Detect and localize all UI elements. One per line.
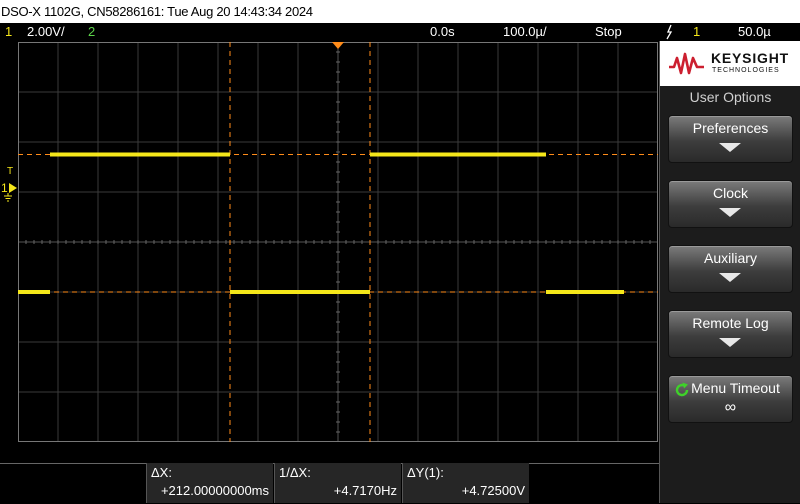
arrow-down-icon (719, 338, 741, 347)
softkey-auxiliary[interactable]: Auxiliary (668, 245, 793, 293)
brand-sub: TECHNOLOGIES (712, 67, 780, 74)
ch1-scale[interactable]: 2.00V/ (27, 23, 65, 41)
brand-name: KEYSIGHT (711, 50, 789, 66)
trigger-marker: T (7, 166, 14, 177)
keysight-logo: KEYSIGHT TECHNOLOGIES (660, 41, 800, 86)
arrow-down-icon (719, 273, 741, 282)
inv-delta-x-value: +4.7170Hz (333, 483, 397, 498)
delta-x-label: ΔX: (151, 465, 172, 480)
run-state[interactable]: Stop (595, 23, 622, 41)
softkey-remote-log[interactable]: Remote Log (668, 310, 793, 358)
window-title-bar: DSO-X 1102G, CN58286161: Tue Aug 20 14:4… (0, 0, 800, 23)
panel-title: User Options (689, 89, 772, 105)
inv-delta-x-label: 1/ΔX: (279, 465, 311, 480)
delta-y-readout[interactable]: ΔY(1): +4.72500V (402, 463, 529, 503)
delta-x-value: +212.00000000ms (160, 483, 269, 498)
ch2-number[interactable]: 2 (88, 23, 95, 41)
delta-y-value: +4.72500V (461, 483, 525, 498)
arrow-down-icon (719, 208, 741, 217)
softkey-label: Clock (712, 185, 748, 201)
time-offset[interactable]: 0.0s (430, 23, 455, 41)
softkey-label: Remote Log (692, 315, 769, 331)
window-title: DSO-X 1102G, CN58286161: Tue Aug 20 14:4… (1, 4, 313, 19)
softkey-panel: KEYSIGHT TECHNOLOGIES User Options Prefe… (659, 41, 800, 503)
trigger-position-marker (332, 42, 344, 49)
status-bar: 1 2.00V/ 2 0.0s 100.0µ/ Stop 1 50.0µ (0, 23, 800, 41)
keysight-wave-icon (669, 52, 704, 75)
softkey-clock[interactable]: Clock (668, 180, 793, 228)
delta-x-readout[interactable]: ΔX: +212.00000000ms (146, 463, 273, 503)
softkey-value: ∞ (724, 399, 737, 416)
inv-delta-x-readout[interactable]: 1/ΔX: +4.7170Hz (274, 463, 401, 503)
waveform-display[interactable] (18, 42, 658, 442)
trigger-level[interactable]: 50.0µ (738, 23, 771, 41)
softkey-preferences[interactable]: Preferences (668, 115, 793, 163)
ch1-marker-arrow-icon (9, 183, 17, 193)
softkey-label: Menu Timeout (691, 380, 780, 396)
softkey-label: Preferences (692, 120, 769, 136)
graticule (18, 42, 658, 442)
softkey-label: Auxiliary (704, 250, 757, 266)
arrow-down-icon (719, 143, 741, 152)
softkey-menu-timeout[interactable]: Menu Timeout ∞ (668, 375, 793, 423)
trigger-channel[interactable]: 1 (693, 23, 700, 41)
delta-y-label: ΔY(1): (407, 465, 444, 480)
time-scale[interactable]: 100.0µ/ (503, 23, 547, 41)
ground-icon (4, 193, 12, 202)
ch1-number[interactable]: 1 (5, 23, 12, 41)
